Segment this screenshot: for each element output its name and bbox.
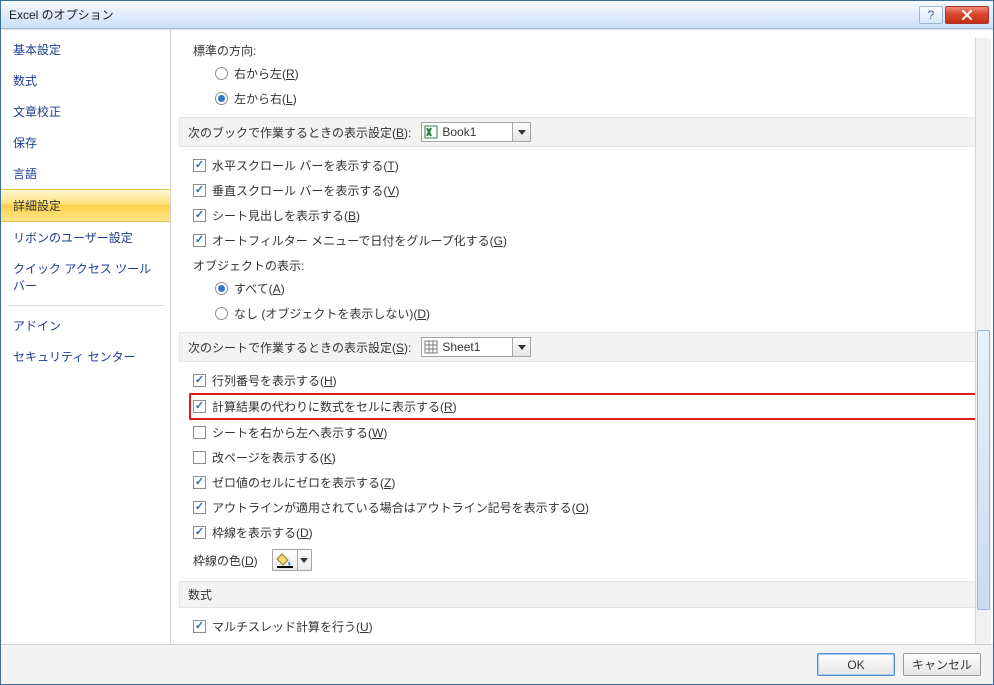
check-vscroll[interactable]: 垂直スクロール バーを表示する(V) [193, 178, 987, 203]
chevron-down-icon [512, 338, 530, 356]
sidebar-separator [7, 305, 164, 306]
sidebar-item-ribbon[interactable]: リボンのユーザー設定 [1, 222, 170, 253]
check-page-breaks[interactable]: 改ページを表示する(K) [193, 445, 987, 470]
cancel-button[interactable]: キャンセル [903, 653, 981, 676]
radio-objects-none[interactable]: なし (オブジェクトを表示しない)(D) [215, 301, 987, 326]
group-formulas-label: 数式 [188, 586, 212, 603]
group-sheet-display: 次のシートで作業するときの表示設定(S): Sheet1 [179, 332, 987, 362]
check-outline-symbols[interactable]: アウトラインが適用されている場合はアウトライン記号を表示する(O) [193, 495, 987, 520]
check-rowcol-headers[interactable]: 行列番号を表示する(H) [193, 368, 987, 393]
check-icon [193, 234, 206, 247]
dialog-footer: OK キャンセル [1, 644, 993, 684]
book-combo-value: Book1 [440, 125, 512, 139]
scrollbar-thumb[interactable] [977, 330, 990, 610]
chevron-down-icon [512, 123, 530, 141]
check-icon [193, 476, 206, 489]
radio-icon [215, 67, 228, 80]
sheet-combo-value: Sheet1 [440, 340, 512, 354]
group-book-display: 次のブックで作業するときの表示設定(B): Book1 [179, 117, 987, 147]
gridline-color-row: 枠線の色(D) [193, 545, 987, 575]
check-icon [193, 426, 206, 439]
check-icon [193, 374, 206, 387]
excel-icon [422, 123, 440, 141]
check-icon [193, 159, 206, 172]
sidebar-item-formulas[interactable]: 数式 [1, 65, 170, 96]
sidebar-item-addins[interactable]: アドイン [1, 310, 170, 341]
paint-bucket-icon [274, 551, 296, 569]
sheet-icon [422, 338, 440, 356]
sidebar-item-trust[interactable]: セキュリティ センター [1, 341, 170, 372]
window-title: Excel のオプション [9, 6, 917, 23]
sidebar-item-proofing[interactable]: 文章校正 [1, 96, 170, 127]
sidebar-item-advanced[interactable]: 詳細設定 [1, 189, 170, 222]
threads-label: 計算スレッドの数 [215, 639, 987, 644]
check-gridlines[interactable]: 枠線を表示する(D) [193, 520, 987, 545]
gridline-color-button[interactable] [272, 549, 312, 571]
radio-objects-all[interactable]: すべて(A) [215, 276, 987, 301]
main-scroll[interactable]: 標準の方向: 右から左(R) 左から右(L) 次のブックで作 [171, 30, 993, 644]
category-sidebar: 基本設定 数式 文章校正 保存 言語 詳細設定 リボンのユーザー設定 クイック … [1, 30, 171, 644]
objects-label: オブジェクトの表示: [193, 253, 987, 276]
dialog-body: 基本設定 数式 文章校正 保存 言語 詳細設定 リボンのユーザー設定 クイック … [1, 29, 993, 644]
direction-label: 標準の方向: [193, 38, 987, 61]
check-show-formulas[interactable]: 計算結果の代わりに数式をセルに表示する(R) [189, 393, 987, 420]
book-combo[interactable]: Book1 [421, 122, 531, 142]
check-icon [193, 209, 206, 222]
title-bar: Excel のオプション ? [1, 1, 993, 29]
check-hscroll[interactable]: 水平スクロール バーを表示する(T) [193, 153, 987, 178]
direction-block: 標準の方向: 右から左(R) 左から右(L) [179, 38, 987, 111]
sidebar-item-save[interactable]: 保存 [1, 127, 170, 158]
check-zero-values[interactable]: ゼロ値のセルにゼロを表示する(Z) [193, 470, 987, 495]
check-icon [193, 184, 206, 197]
sidebar-item-qat[interactable]: クイック アクセス ツール バー [1, 253, 170, 301]
radio-icon [215, 307, 228, 320]
close-button[interactable] [945, 6, 989, 24]
check-autofilter-group[interactable]: オートフィルター メニューで日付をグループ化する(G) [193, 228, 987, 253]
ok-button[interactable]: OK [817, 653, 895, 676]
sidebar-item-language[interactable]: 言語 [1, 158, 170, 189]
sheet-combo[interactable]: Sheet1 [421, 337, 531, 357]
help-button[interactable]: ? [919, 6, 943, 24]
vertical-scrollbar[interactable] [975, 38, 991, 644]
check-icon [193, 400, 206, 413]
check-rtl-sheet[interactable]: シートを右から左へ表示する(W) [193, 420, 987, 445]
check-multithread[interactable]: マルチスレッド計算を行う(U) [193, 614, 987, 639]
radio-rtl[interactable]: 右から左(R) [215, 61, 987, 86]
radio-ltr[interactable]: 左から右(L) [215, 86, 987, 111]
radio-icon [215, 282, 228, 295]
radio-icon [215, 92, 228, 105]
close-icon [961, 10, 973, 20]
sidebar-item-general[interactable]: 基本設定 [1, 34, 170, 65]
check-icon [193, 501, 206, 514]
chevron-down-icon [297, 550, 311, 570]
options-dialog: Excel のオプション ? 基本設定 数式 文章校正 保存 言語 詳細設定 リ… [0, 0, 994, 685]
main-area: 標準の方向: 右から左(R) 左から右(L) 次のブックで作 [171, 30, 993, 644]
check-sheettabs[interactable]: シート見出しを表示する(B) [193, 203, 987, 228]
check-icon [193, 451, 206, 464]
check-icon [193, 620, 206, 633]
check-icon [193, 526, 206, 539]
group-formulas: 数式 [179, 581, 987, 608]
